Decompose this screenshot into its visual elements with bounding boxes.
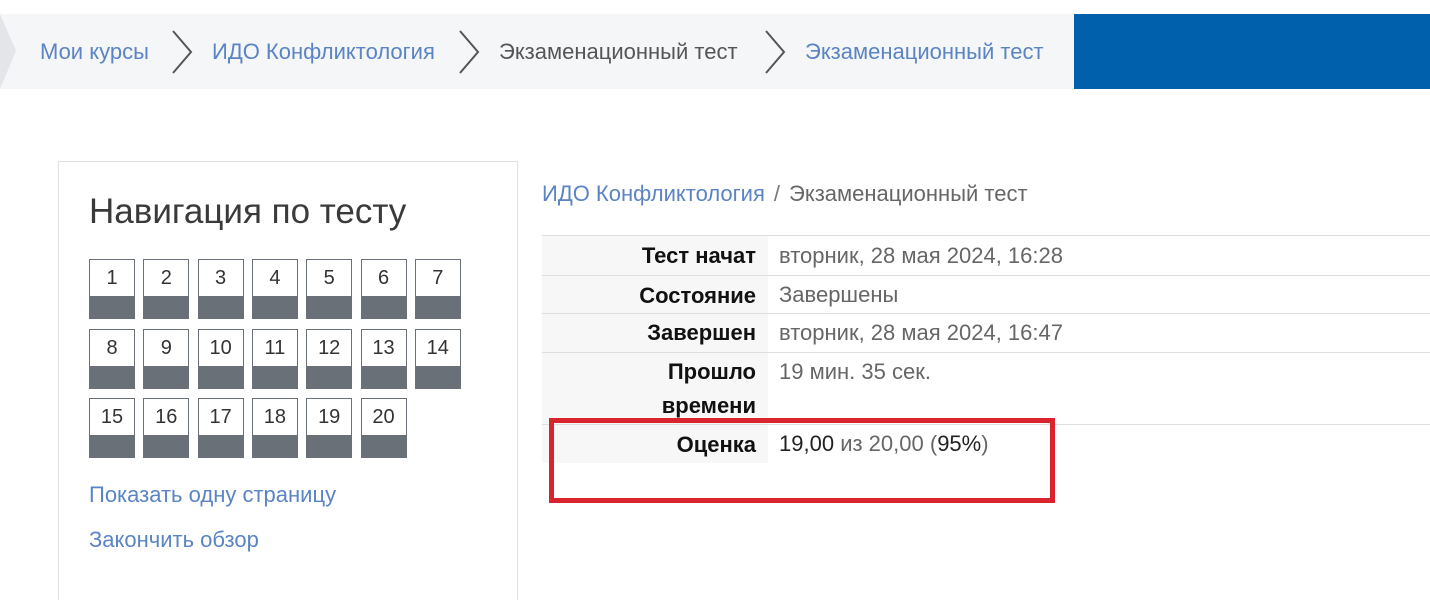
question-status-bar	[144, 296, 189, 318]
summary-value: вторник, 28 мая 2024, 16:47	[779, 320, 1063, 345]
summary-row-time-taken: Прошло времени 19 мин. 35 сек.	[542, 352, 1430, 425]
question-nav-button[interactable]: 16	[143, 398, 190, 458]
question-nav-button[interactable]: 8	[89, 328, 135, 389]
question-nav-button[interactable]: 5	[306, 259, 353, 319]
breadcrumb: Мои курсы ИДО Конфликтология Экзаменацио…	[0, 14, 1074, 89]
summary-row-state: Состояние Завершены	[542, 275, 1430, 314]
question-number: 19	[318, 406, 341, 428]
question-nav-button[interactable]: 18	[251, 398, 298, 458]
question-status-bar	[307, 365, 352, 388]
question-number: 20	[372, 406, 395, 428]
question-number: 3	[215, 267, 227, 289]
question-status-bar	[198, 296, 243, 318]
question-nav-button[interactable]: 13	[360, 328, 407, 389]
summary-value: 19 мин. 35 сек.	[779, 359, 931, 384]
question-status-bar	[198, 435, 243, 457]
question-number: 1	[106, 267, 118, 289]
question-nav-button[interactable]: 7	[414, 259, 461, 319]
chevron-right-icon	[765, 30, 786, 74]
question-status-bar	[361, 365, 406, 388]
question-nav-button[interactable]: 12	[306, 328, 353, 389]
summary-value: вторник, 28 мая 2024, 16:28	[779, 243, 1063, 268]
show-one-page-link[interactable]: Показать одну страницу	[89, 482, 336, 508]
question-number: 8	[106, 336, 118, 359]
quiz-navigation-title: Навигация по тесту	[89, 192, 407, 231]
question-number: 10	[209, 336, 232, 359]
summary-test-name: Экзаменационный тест	[789, 181, 1028, 206]
question-status-bar	[307, 296, 352, 318]
question-nav-button[interactable]: 20	[360, 398, 407, 458]
question-status-bar	[252, 435, 297, 457]
question-nav-button[interactable]: 3	[197, 259, 244, 319]
question-number: 17	[209, 406, 232, 428]
question-nav-button[interactable]: 19	[306, 398, 353, 458]
question-nav-button[interactable]: 4	[251, 259, 298, 319]
question-number: 16	[155, 406, 178, 428]
question-number: 14	[426, 336, 449, 359]
breadcrumb-my-courses[interactable]: Мои курсы	[40, 14, 149, 89]
breadcrumb-test[interactable]: Экзаменационный тест	[805, 14, 1044, 89]
finish-review-link[interactable]: Закончить обзор	[89, 527, 259, 553]
question-nav-button[interactable]: 1	[89, 259, 135, 319]
question-status-bar	[90, 296, 134, 318]
header-accent-block	[1074, 14, 1430, 89]
question-number: 2	[160, 267, 172, 289]
question-status-bar	[415, 296, 460, 318]
summary-label: Завершен	[542, 314, 768, 353]
question-number: 11	[264, 336, 286, 359]
question-nav-button[interactable]: 10	[197, 328, 244, 389]
question-number: 12	[318, 336, 341, 359]
summary-label: Тест начат	[542, 236, 768, 276]
question-nav-button[interactable]: 6	[360, 259, 407, 319]
question-number: 15	[100, 406, 124, 428]
question-status-bar	[415, 365, 460, 388]
grade-highlight-box	[549, 418, 1055, 503]
question-number: 7	[432, 267, 444, 289]
summary-course-link[interactable]: ИДО Конфликтология	[542, 181, 765, 206]
breadcrumb-start-arrow	[0, 14, 16, 89]
question-status-bar	[361, 296, 406, 318]
summary-crumb-separator: /	[773, 181, 781, 206]
question-nav-button[interactable]: 17	[197, 398, 244, 458]
question-status-bar	[307, 435, 352, 457]
question-number: 5	[323, 267, 335, 289]
summary-row-started: Тест начат вторник, 28 мая 2024, 16:28	[542, 235, 1430, 276]
question-nav-button[interactable]: 11	[251, 328, 298, 389]
question-status-bar	[252, 365, 297, 388]
question-status-bar	[361, 435, 406, 457]
question-number: 4	[269, 267, 281, 289]
summary-label: Состояние	[542, 276, 768, 314]
question-status-bar	[252, 296, 297, 318]
chevron-right-icon	[459, 30, 480, 74]
question-nav-button[interactable]: 15	[89, 398, 135, 458]
question-number: 18	[263, 406, 287, 428]
question-number: 9	[160, 336, 172, 359]
summary-row-completed: Завершен вторник, 28 мая 2024, 16:47	[542, 313, 1430, 353]
question-status-bar	[90, 435, 134, 457]
question-nav-button[interactable]: 2	[143, 259, 190, 319]
question-nav-button[interactable]: 9	[143, 328, 190, 389]
question-status-bar	[144, 365, 189, 388]
question-nav-button[interactable]: 14	[414, 328, 461, 389]
summary-label: Прошло времени	[542, 353, 768, 425]
summary-breadcrumb: ИДО Конфликтология / Экзаменационный тест	[542, 181, 1028, 207]
quiz-navigation-panel: Навигация по тесту 1 2 3 4 5 6 7 8 9 10 11 12 13 14 15…	[58, 161, 518, 600]
question-number: 6	[377, 267, 390, 289]
question-number: 13	[372, 336, 395, 359]
question-status-bar	[90, 365, 134, 388]
breadcrumb-course[interactable]: ИДО Конфликтология	[212, 14, 435, 89]
summary-value: Завершены	[779, 282, 899, 307]
question-status-bar	[144, 435, 189, 457]
question-status-bar	[198, 365, 243, 388]
chevron-right-icon	[172, 30, 193, 74]
breadcrumb-section: Экзаменационный тест	[499, 39, 738, 64]
